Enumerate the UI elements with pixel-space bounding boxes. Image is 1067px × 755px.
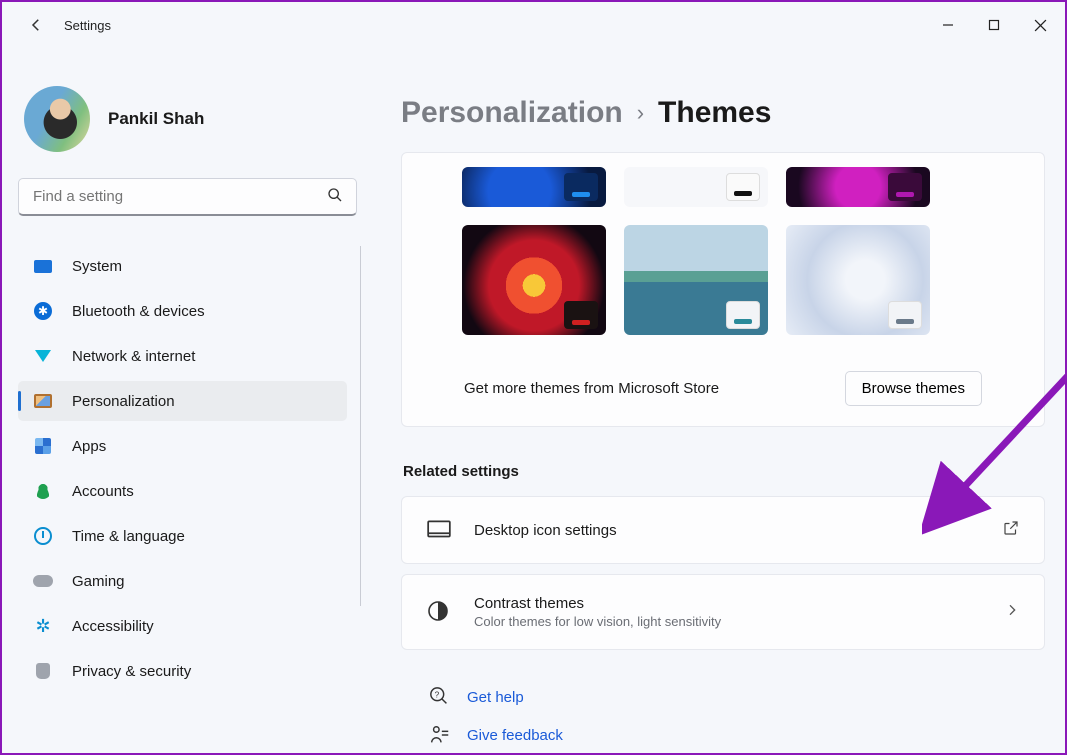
sidebar: Pankil Shah System ✱ Bluetooth & devices… bbox=[2, 48, 367, 753]
setting-title: Desktop icon settings bbox=[474, 522, 1002, 539]
theme-accent-chip bbox=[564, 173, 598, 201]
breadcrumb-parent[interactable]: Personalization bbox=[401, 96, 623, 130]
desktop-icon-settings-row[interactable]: Desktop icon settings bbox=[401, 496, 1045, 564]
setting-subtitle: Color themes for low vision, light sensi… bbox=[474, 614, 1004, 629]
sidebar-item-time[interactable]: Time & language bbox=[18, 516, 347, 556]
sidebar-item-accounts[interactable]: Accounts bbox=[18, 471, 347, 511]
paintbrush-icon bbox=[32, 390, 54, 412]
nav: System ✱ Bluetooth & devices Network & i… bbox=[16, 246, 359, 691]
wifi-icon bbox=[32, 345, 54, 367]
sidebar-item-label: Gaming bbox=[72, 573, 125, 590]
gamepad-icon bbox=[32, 570, 54, 592]
search-icon bbox=[327, 187, 343, 207]
related-settings-heading: Related settings bbox=[403, 463, 1045, 480]
avatar bbox=[24, 86, 90, 152]
sidebar-item-personalization[interactable]: Personalization bbox=[18, 381, 347, 421]
browse-themes-button[interactable]: Browse themes bbox=[845, 371, 982, 406]
sidebar-item-label: Time & language bbox=[72, 528, 185, 545]
contrast-themes-row[interactable]: Contrast themes Color themes for low vis… bbox=[401, 574, 1045, 650]
system-icon bbox=[32, 255, 54, 277]
user-block[interactable]: Pankil Shah bbox=[24, 86, 359, 152]
sidebar-item-label: Accessibility bbox=[72, 618, 154, 635]
app-title: Settings bbox=[64, 18, 111, 33]
sidebar-item-label: Bluetooth & devices bbox=[72, 303, 205, 320]
theme-tile[interactable] bbox=[624, 167, 768, 207]
sidebar-item-network[interactable]: Network & internet bbox=[18, 336, 347, 376]
back-button[interactable] bbox=[22, 11, 50, 39]
nav-scroll-indicator[interactable] bbox=[360, 246, 361, 606]
sidebar-item-gaming[interactable]: Gaming bbox=[18, 561, 347, 601]
minimize-button[interactable] bbox=[925, 7, 971, 43]
setting-title: Contrast themes bbox=[474, 595, 1004, 612]
page-title: Themes bbox=[658, 96, 771, 130]
themes-grid bbox=[462, 167, 984, 335]
theme-accent-chip bbox=[726, 173, 760, 201]
themes-panel: Get more themes from Microsoft Store Bro… bbox=[401, 152, 1045, 427]
accessibility-icon: ✲ bbox=[32, 615, 54, 637]
theme-tile[interactable] bbox=[786, 225, 930, 335]
user-name: Pankil Shah bbox=[108, 109, 204, 129]
theme-accent-chip bbox=[564, 301, 598, 329]
sidebar-item-label: Accounts bbox=[72, 483, 134, 500]
theme-accent-chip bbox=[726, 301, 760, 329]
theme-accent-chip bbox=[888, 301, 922, 329]
open-external-icon bbox=[1002, 519, 1020, 542]
sidebar-item-label: Personalization bbox=[72, 393, 175, 410]
search-input[interactable] bbox=[18, 178, 357, 216]
sidebar-item-privacy[interactable]: Privacy & security bbox=[18, 651, 347, 691]
close-button[interactable] bbox=[1017, 7, 1063, 43]
window-controls bbox=[925, 7, 1063, 43]
theme-tile[interactable] bbox=[786, 167, 930, 207]
sidebar-item-accessibility[interactable]: ✲ Accessibility bbox=[18, 606, 347, 646]
get-more-themes-text: Get more themes from Microsoft Store bbox=[464, 380, 719, 397]
give-feedback-link[interactable]: Give feedback bbox=[401, 716, 1045, 753]
chevron-right-icon: › bbox=[637, 100, 644, 126]
sidebar-item-bluetooth[interactable]: ✱ Bluetooth & devices bbox=[18, 291, 347, 331]
person-icon bbox=[32, 480, 54, 502]
content: Personalization › Themes Get more themes… bbox=[367, 48, 1065, 753]
sidebar-item-label: Network & internet bbox=[72, 348, 195, 365]
sidebar-item-apps[interactable]: Apps bbox=[18, 426, 347, 466]
app-shell: Pankil Shah System ✱ Bluetooth & devices… bbox=[2, 48, 1065, 753]
svg-text:?: ? bbox=[435, 690, 440, 699]
theme-accent-chip bbox=[888, 173, 922, 201]
clock-icon bbox=[32, 525, 54, 547]
titlebar: Settings bbox=[2, 2, 1065, 48]
get-help-text[interactable]: Get help bbox=[467, 689, 524, 706]
get-help-link[interactable]: ? Get help bbox=[401, 678, 1045, 716]
give-feedback-text[interactable]: Give feedback bbox=[467, 727, 563, 744]
sidebar-item-label: System bbox=[72, 258, 122, 275]
setting-texts: Desktop icon settings bbox=[474, 522, 1002, 539]
search-box[interactable] bbox=[18, 178, 357, 216]
contrast-icon bbox=[426, 599, 452, 625]
feedback-icon bbox=[429, 724, 451, 746]
help-icon: ? bbox=[429, 686, 451, 708]
sidebar-item-system[interactable]: System bbox=[18, 246, 347, 286]
maximize-button[interactable] bbox=[971, 7, 1017, 43]
theme-tile[interactable] bbox=[462, 167, 606, 207]
theme-tile[interactable] bbox=[624, 225, 768, 335]
sidebar-item-label: Apps bbox=[72, 438, 106, 455]
get-more-themes-row: Get more themes from Microsoft Store Bro… bbox=[462, 371, 984, 406]
bluetooth-icon: ✱ bbox=[32, 300, 54, 322]
theme-tile[interactable] bbox=[462, 225, 606, 335]
desktop-icon bbox=[426, 517, 452, 543]
breadcrumb: Personalization › Themes bbox=[401, 96, 1045, 130]
sidebar-item-label: Privacy & security bbox=[72, 663, 191, 680]
apps-icon bbox=[32, 435, 54, 457]
shield-icon bbox=[32, 660, 54, 682]
chevron-right-icon bbox=[1004, 602, 1020, 623]
footer-links: ? Get help Give feedback bbox=[401, 678, 1045, 753]
setting-texts: Contrast themes Color themes for low vis… bbox=[474, 595, 1004, 629]
